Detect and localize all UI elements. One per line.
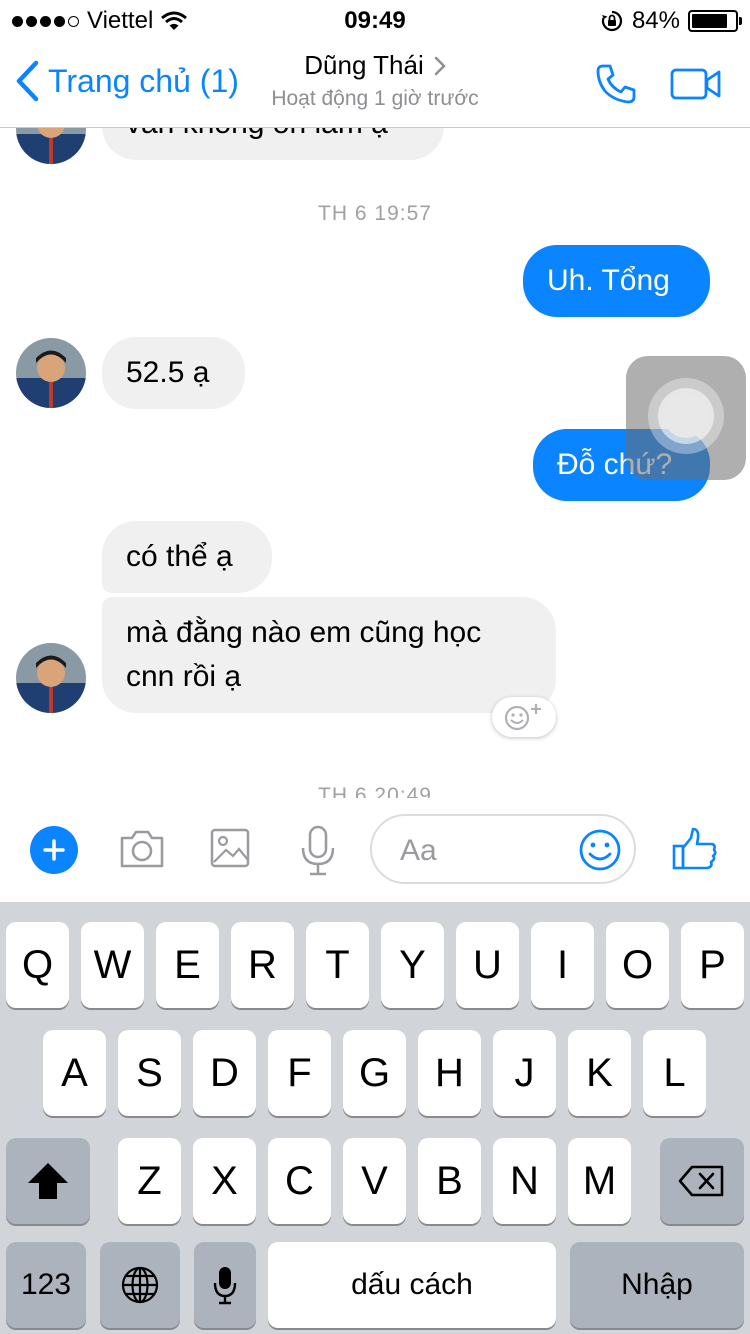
timestamp: TH 6 20:49 (318, 784, 432, 798)
microphone-icon[interactable] (298, 824, 338, 876)
key-o[interactable]: O (606, 922, 669, 1008)
key-p[interactable]: P (681, 922, 744, 1008)
phone-icon[interactable] (594, 62, 638, 106)
key-g[interactable]: G (343, 1030, 406, 1116)
video-camera-icon[interactable] (670, 67, 722, 101)
backspace-icon (678, 1165, 724, 1197)
status-bar: Viettel 09:49 84% (0, 0, 750, 40)
message-bubble[interactable]: vẫn không ổn lắm ạ (102, 128, 444, 160)
header-actions (594, 62, 722, 106)
message-list[interactable]: vẫn không ổn lắm ạ TH 6 19:57 Uh. Tổng 5… (0, 128, 750, 798)
camera-icon[interactable] (118, 824, 166, 872)
status-right: 84% (600, 7, 742, 35)
key-e[interactable]: E (156, 922, 219, 1008)
key-r[interactable]: R (231, 922, 294, 1008)
message-input[interactable]: Aa (370, 814, 636, 884)
contact-avatar-image (16, 128, 86, 164)
avatar[interactable] (16, 338, 86, 408)
key-y[interactable]: Y (381, 922, 444, 1008)
dictation-key[interactable] (194, 1242, 256, 1328)
add-reaction-button[interactable] (492, 697, 556, 737)
battery-percent: 84% (631, 7, 680, 34)
key-i[interactable]: I (531, 922, 594, 1008)
message-bubble[interactable]: mà đằng nào em cũng học cnn rồi ạ (102, 597, 556, 713)
globe-icon (121, 1266, 159, 1304)
microphone-icon (213, 1267, 237, 1305)
chevron-right-icon (434, 56, 446, 75)
thumbs-up-icon[interactable] (672, 826, 718, 872)
key-s[interactable]: S (118, 1030, 181, 1116)
key-b[interactable]: B (418, 1138, 481, 1224)
message-bubble[interactable]: Uh. Tổng (523, 245, 710, 317)
gallery-icon[interactable] (208, 824, 252, 872)
key-d[interactable]: D (193, 1030, 256, 1116)
numbers-key[interactable]: 123 (6, 1242, 86, 1328)
message-bubble[interactable]: 52.5 ạ (102, 337, 245, 409)
key-a[interactable]: A (43, 1030, 106, 1116)
rotation-lock-icon (601, 10, 623, 32)
assistive-touch-button[interactable] (626, 356, 746, 480)
key-h[interactable]: H (418, 1030, 481, 1116)
message-composer: Aa (0, 798, 750, 902)
message-bubble[interactable]: có thể ạ (102, 521, 272, 593)
battery-icon (688, 10, 742, 32)
contact-name: Dũng Thái (304, 50, 424, 80)
keyboard: QWERTYUIOP ASDFGHJKL ZXCVBNM 123 dấu các… (0, 902, 750, 1334)
key-w[interactable]: W (81, 922, 144, 1008)
key-q[interactable]: Q (6, 922, 69, 1008)
key-t[interactable]: T (306, 922, 369, 1008)
emoji-icon[interactable] (578, 828, 622, 872)
key-j[interactable]: J (493, 1030, 556, 1116)
key-u[interactable]: U (456, 922, 519, 1008)
timestamp: TH 6 19:57 (318, 202, 432, 225)
contact-avatar-image (16, 643, 86, 713)
conversation-header: Trang chủ (1) Dũng Thái Hoạt động 1 giờ … (0, 40, 750, 128)
message-input-placeholder: Aa (400, 834, 437, 867)
key-k[interactable]: K (568, 1030, 631, 1116)
key-x[interactable]: X (193, 1138, 256, 1224)
space-key[interactable]: dấu cách (268, 1242, 556, 1328)
backspace-key[interactable] (660, 1138, 744, 1224)
key-l[interactable]: L (643, 1030, 706, 1116)
avatar[interactable] (16, 643, 86, 713)
avatar[interactable] (16, 128, 86, 164)
more-options-button[interactable] (30, 826, 78, 874)
key-n[interactable]: N (493, 1138, 556, 1224)
key-f[interactable]: F (268, 1030, 331, 1116)
globe-key[interactable] (100, 1242, 180, 1328)
key-m[interactable]: M (568, 1138, 631, 1224)
contact-avatar-image (16, 338, 86, 408)
shift-key[interactable] (6, 1138, 90, 1224)
plus-icon (43, 839, 65, 861)
key-c[interactable]: C (268, 1138, 331, 1224)
key-v[interactable]: V (343, 1138, 406, 1224)
key-z[interactable]: Z (118, 1138, 181, 1224)
shift-icon (28, 1163, 68, 1199)
return-key[interactable]: Nhập (570, 1242, 744, 1328)
add-reaction-icon (504, 704, 541, 731)
